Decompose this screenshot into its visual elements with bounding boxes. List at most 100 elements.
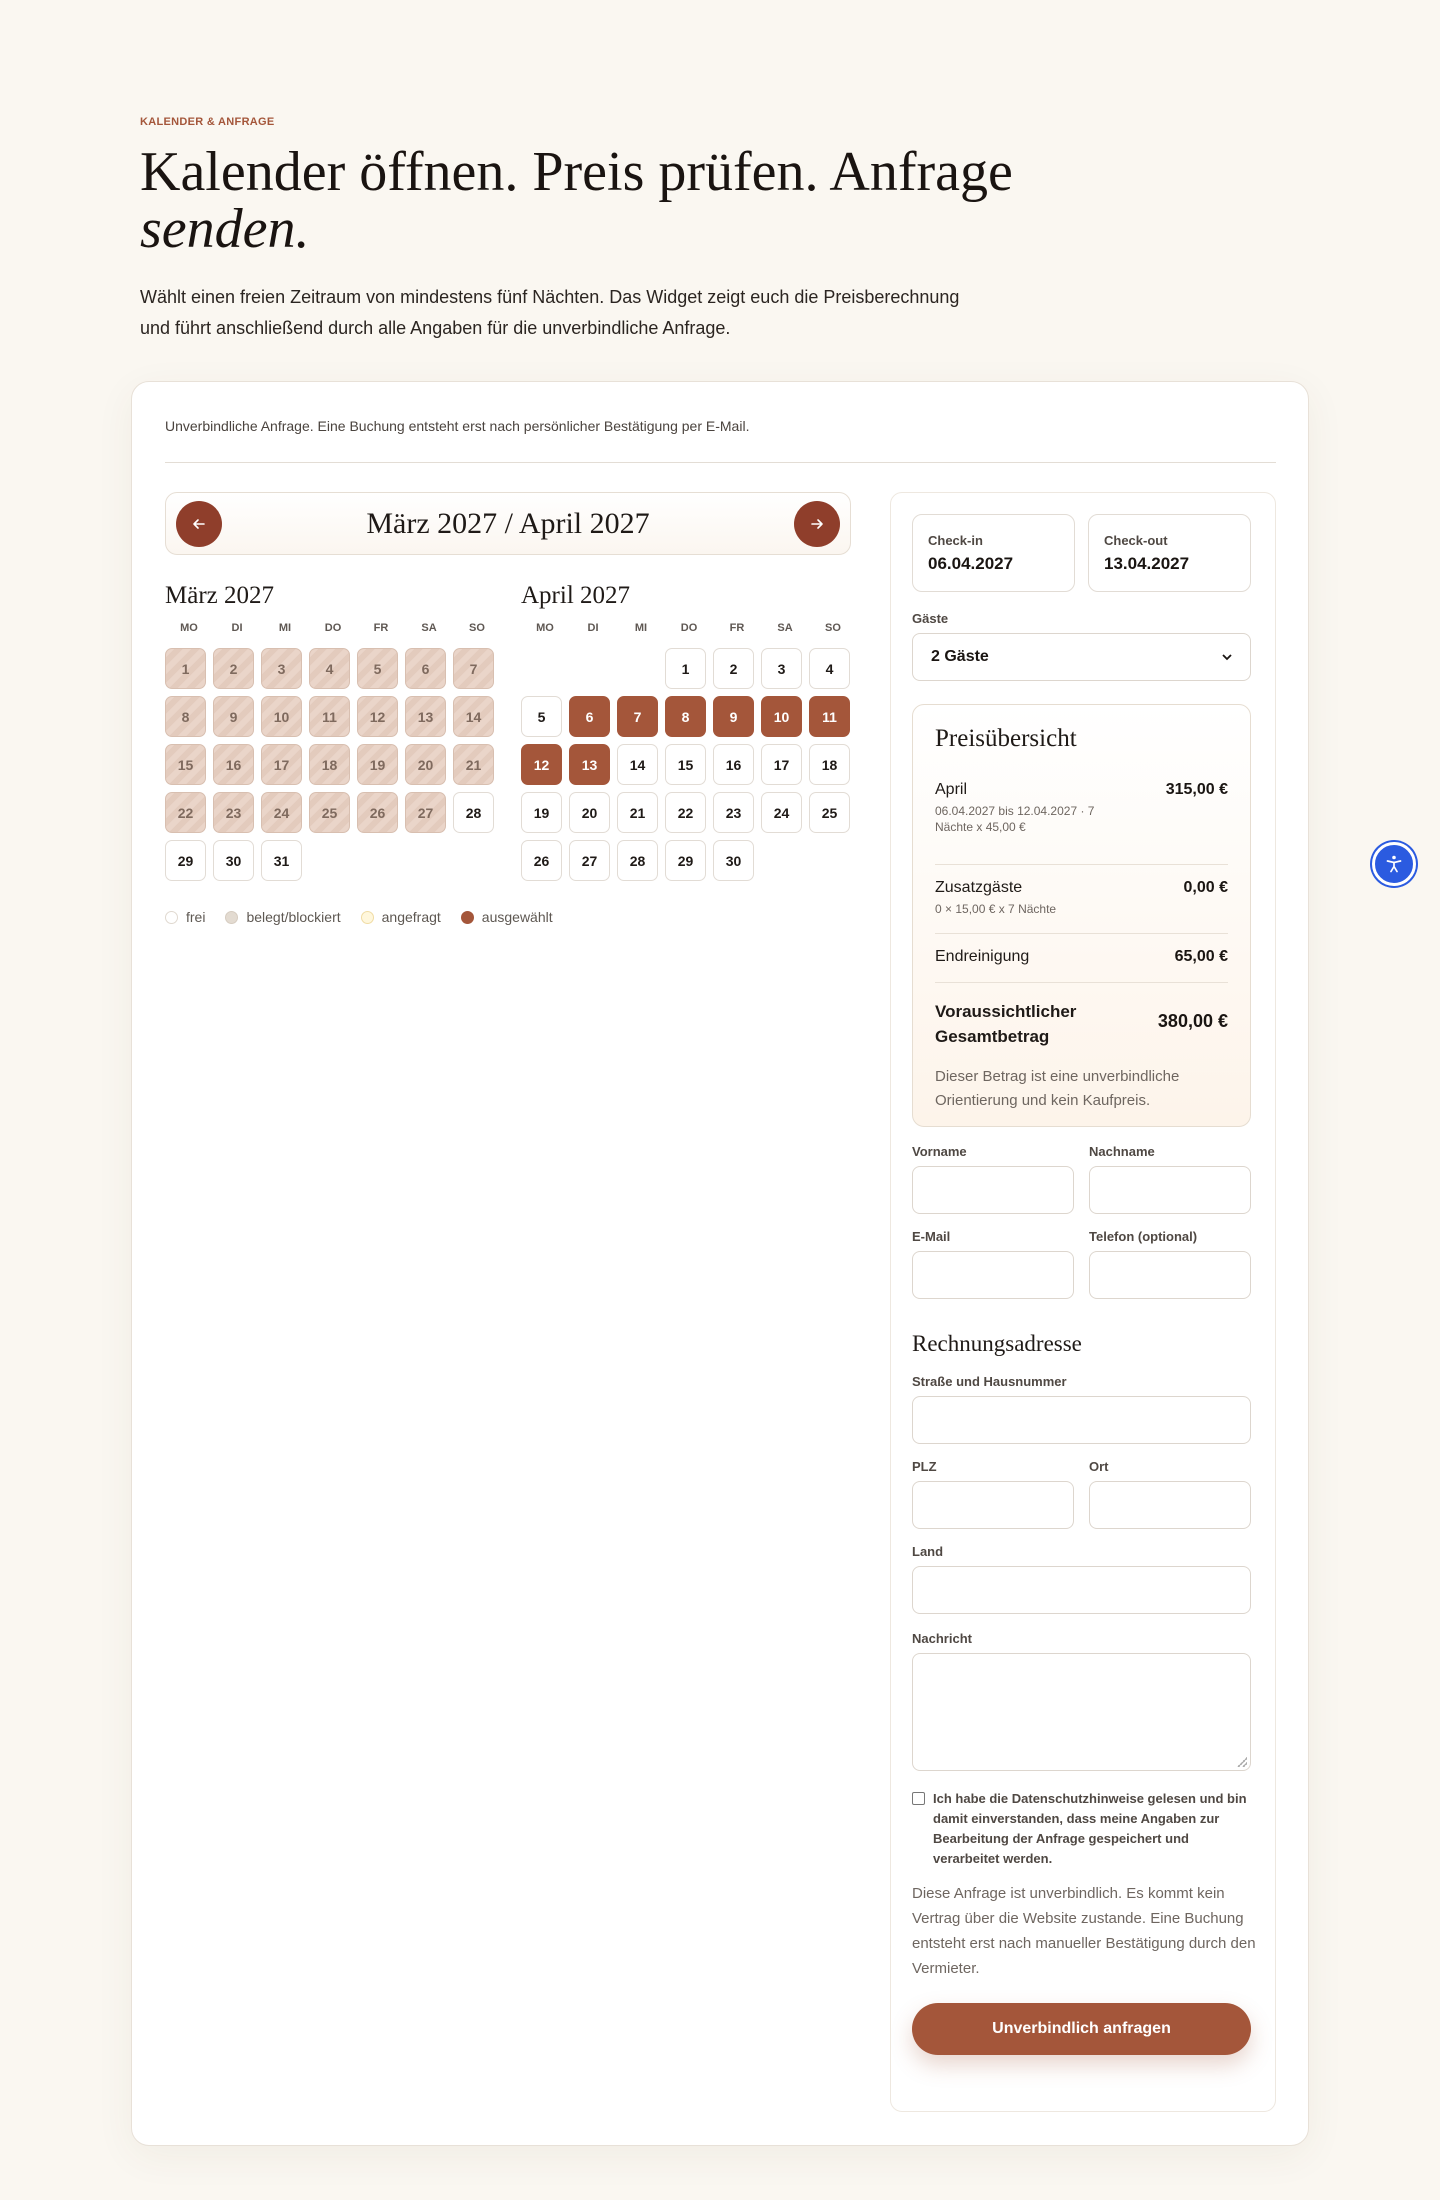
firstname-input[interactable] [912,1166,1074,1214]
billing-title: Rechnungsadresse [912,1331,1082,1356]
weekday-header: MO DI MI DO FR SA SO [165,622,495,640]
day-free[interactable]: 5 [521,696,562,737]
message-textarea[interactable] [912,1653,1251,1771]
price-row-extra-guests: Zusatzgäste 0 × 15,00 € x 7 Nächte 0,00 … [935,865,1228,934]
month-title: März 2027 [165,582,274,609]
checkin-field[interactable]: Check-in 06.04.2027 [912,514,1075,592]
checkout-field[interactable]: Check-out 13.04.2027 [1088,514,1251,592]
day-free[interactable]: 14 [617,744,658,785]
day-free[interactable]: 18 [809,744,850,785]
lastname-input[interactable] [1089,1166,1251,1214]
firstname-label: Vorname [912,1144,967,1159]
weekday-label: MO [180,622,198,634]
chevron-down-icon [1222,653,1232,660]
day-selected[interactable]: 10 [761,696,802,737]
day-free[interactable]: 23 [713,792,754,833]
phone-input[interactable] [1089,1251,1251,1299]
intro-text: Wählt einen freien Zeitraum von mindeste… [140,287,960,338]
disclaimer-text: Diese Anfrage ist unverbindlich. Es komm… [912,1885,1256,1977]
day-grid: 1 2 3 4 5 6 7 8 9 10 11 12 13 14 15 16 17 18 19 20 21 22 23 24 2… [521,648,851,888]
legend-requested: angefragt [360,909,441,925]
weekday-label: SO [825,622,841,634]
day-free[interactable]: 22 [665,792,706,833]
day-blocked: 16 [213,744,254,785]
day-blocked: 8 [165,696,206,737]
booking-card: Unverbindliche Anfrage. Eine Buchung ent… [131,381,1309,2146]
page-title-line2: senden. [140,198,310,260]
divider [165,462,1276,463]
weekday-label: MO [536,622,554,634]
day-selected[interactable]: 12 [521,744,562,785]
day-blocked: 3 [261,648,302,689]
day-free[interactable]: 3 [761,648,802,689]
day-free[interactable]: 26 [521,840,562,881]
card-note: Unverbindliche Anfrage. Eine Buchung ent… [165,418,750,434]
legend-dot-requested [360,910,374,924]
accessibility-button[interactable] [1372,842,1416,886]
day-free[interactable]: 2 [713,648,754,689]
weekday-label: FR [373,622,389,634]
price-row-total: Voraussichtlicher Gesamtbetrag 380,00 € [935,983,1228,1065]
price-label: Zusatzgäste [935,879,1023,896]
day-blocked: 19 [357,744,398,785]
country-input[interactable] [912,1566,1251,1614]
day-selected[interactable]: 6 [569,696,610,737]
day-free[interactable]: 29 [665,840,706,881]
day-free[interactable]: 20 [569,792,610,833]
email-input[interactable] [912,1251,1074,1299]
day-free[interactable]: 30 [213,840,254,881]
day-free[interactable]: 16 [713,744,754,785]
price-total-label: Voraussichtlicher Gesamtbetrag [935,1002,1077,1046]
day-free[interactable]: 29 [165,840,206,881]
weekday-label: DI [231,622,243,634]
checkin-value: 06.04.2027 [928,554,1014,573]
day-free[interactable]: 17 [761,744,802,785]
arrow-right-icon [811,519,823,529]
day-grid: 1 2 3 4 5 6 7 8 9 10 11 12 13 14 15 16 17 18 19 20 21 22 23 24 2… [165,648,495,888]
weekday-header: MO DI MI DO FR SA SO [521,622,851,640]
day-free[interactable]: 30 [713,840,754,881]
day-free[interactable]: 15 [665,744,706,785]
eyebrow: KALENDER & ANFRAGE [140,116,275,128]
hero-section: KALENDER & ANFRAGE Kalender öffnen. Prei… [140,116,1040,344]
day-selected[interactable]: 8 [665,696,706,737]
day-free[interactable]: 28 [617,840,658,881]
city-input[interactable] [1089,1481,1251,1529]
day-selected[interactable]: 11 [809,696,850,737]
day-free[interactable]: 28 [453,792,494,833]
day-free[interactable]: 19 [521,792,562,833]
legend-label: angefragt [381,909,441,925]
day-free[interactable]: 4 [809,648,850,689]
day-free[interactable]: 31 [261,840,302,881]
lastname-label: Nachname [1089,1144,1155,1159]
day-selected[interactable]: 9 [713,696,754,737]
day-blocked: 1 [165,648,206,689]
month-range-title: März 2027 / April 2027 [366,507,650,540]
weekday-label: DI [587,622,599,634]
day-blocked: 15 [165,744,206,785]
weekday-label: DO [324,622,342,634]
day-free[interactable]: 21 [617,792,658,833]
city-label: Ort [1089,1459,1109,1474]
day-blocked: 2 [213,648,254,689]
day-blocked: 7 [453,648,494,689]
weekday-label: SO [469,622,485,634]
day-free[interactable]: 1 [665,648,706,689]
day-selected[interactable]: 7 [617,696,658,737]
page-title-line1: Kalender öffnen. Preis prüfen. Anfrage [140,141,1013,203]
zip-input[interactable] [912,1481,1074,1529]
street-input[interactable] [912,1396,1251,1444]
privacy-checkbox[interactable] [912,1792,925,1805]
privacy-consent: Ich habe die Datenschutzhinweise gelesen… [912,1789,1257,1869]
day-free[interactable]: 25 [809,792,850,833]
day-free[interactable]: 24 [761,792,802,833]
message-label: Nachricht [912,1631,972,1646]
day-selected[interactable]: 13 [569,744,610,785]
price-detail: 06.04.2027 bis 12.04.2027 · 7 Nächte x 4… [935,804,1095,834]
submit-request-button[interactable]: Unverbindlich anfragen [912,2003,1251,2055]
day-blocked: 17 [261,744,302,785]
day-free[interactable]: 27 [569,840,610,881]
resize-handle[interactable] [1237,1757,1247,1767]
guests-select[interactable]: 2 Gäste [912,633,1251,681]
next-month-button[interactable] [794,501,840,547]
